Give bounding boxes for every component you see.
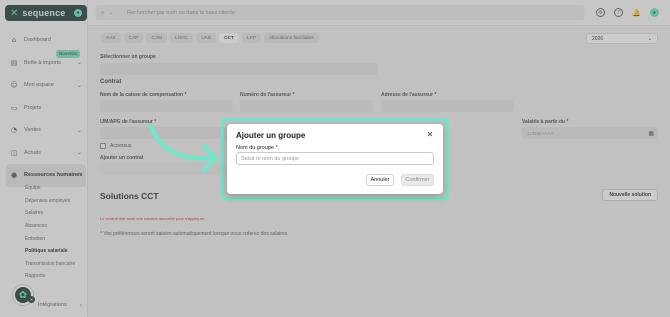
- confirm-button[interactable]: Confirmer: [401, 174, 434, 186]
- group-name-input[interactable]: [236, 152, 434, 165]
- group-name-label: Nom du groupe *: [236, 145, 278, 151]
- cancel-button[interactable]: Annuler: [366, 174, 394, 186]
- dialog-title: Ajouter un groupe: [236, 131, 306, 140]
- add-group-dialog: Ajouter un groupe ✕ Nom du groupe * Annu…: [227, 124, 443, 194]
- close-icon[interactable]: ✕: [425, 130, 435, 140]
